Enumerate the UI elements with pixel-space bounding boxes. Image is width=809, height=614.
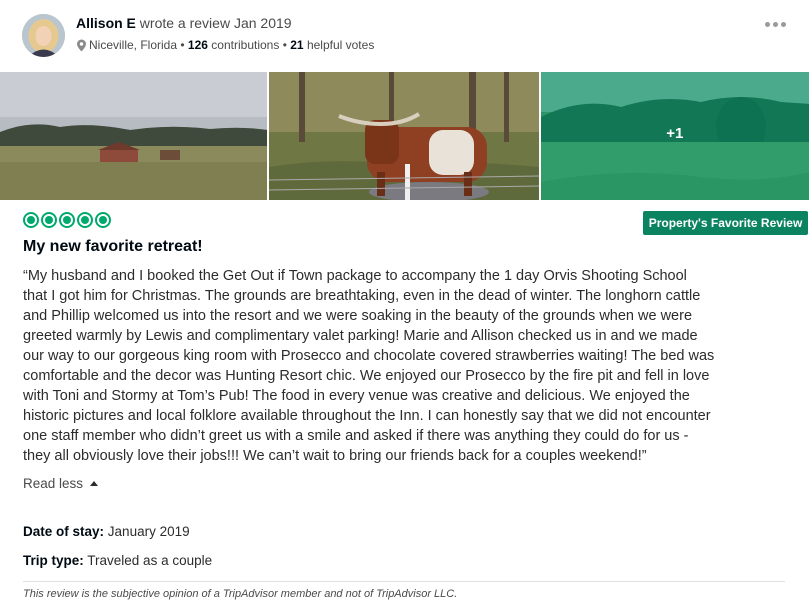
review-photo[interactable] [269, 72, 539, 200]
rating-bubble-icon [41, 212, 57, 228]
read-less-label: Read less [23, 476, 84, 491]
read-less-button[interactable]: Read less [23, 476, 99, 491]
more-options-icon[interactable] [765, 22, 786, 27]
review-body-line: our way to our gorgeous king room with P… [23, 348, 715, 364]
meta-separator: • [180, 38, 185, 52]
reviewer-meta: Niceville, Florida • 126 contributions •… [76, 38, 374, 52]
review-body-line: with Toni and Stormy at Tom’s Pub! The f… [23, 388, 690, 404]
review-body: “My husband and I booked the Get Out if … [23, 266, 791, 466]
review-photos: +1 [0, 72, 809, 200]
helpful-votes-count: 21 [290, 38, 304, 52]
review-header: Allison E wrote a review Jan 2019 Nicevi… [22, 12, 792, 60]
rating-bubble-icon [59, 212, 75, 228]
favorite-review-badge: Property's Favorite Review [643, 211, 808, 235]
review-body-line: they all obviously love their jobs!!! We… [23, 448, 647, 464]
meta-separator: • [282, 38, 287, 52]
rating-bubble-icon [95, 212, 111, 228]
review-photo[interactable] [0, 72, 268, 200]
contributions-count: 126 [187, 38, 208, 52]
helpful-votes-label: helpful votes [306, 38, 375, 52]
contributions-label: contributions [211, 38, 280, 52]
caret-up-icon [90, 481, 99, 486]
reviewer-name[interactable]: Allison E [76, 15, 136, 31]
map-pin-icon [77, 39, 86, 51]
reviewer-location: Niceville, Florida [89, 38, 178, 52]
reviewer-action: wrote a review [139, 15, 231, 31]
review-body-line: and Phillip welcomed us into the resort … [23, 308, 693, 324]
rating-bubble-icon [23, 212, 39, 228]
trip-type-label: Trip type: [23, 553, 84, 568]
review-body-line: “My husband and I booked the Get Out if … [23, 268, 687, 284]
review-body-line: greeted warmly by Lewis and complimentar… [23, 328, 698, 344]
more-photos-count: +1 [666, 125, 684, 142]
review-body-line: that I got him for Christmas. The ground… [23, 288, 701, 304]
date-of-stay-label: Date of stay: [23, 524, 105, 539]
review-title[interactable]: My new favorite retreat! [23, 238, 203, 256]
review-body-line: one staff member who didn’t greet us wit… [23, 428, 689, 444]
reviewer-line: Allison E wrote a review Jan 2019 [76, 15, 292, 31]
rating-bubble-icon [77, 212, 93, 228]
trip-type: Trip type: Traveled as a couple [23, 553, 212, 568]
divider [23, 581, 785, 582]
review-date: Jan 2019 [233, 15, 292, 31]
date-of-stay-value: January 2019 [107, 524, 190, 539]
review-body-line: comfortable and the decor was Hunting Re… [23, 368, 710, 384]
review-disclaimer: This review is the subjective opinion of… [23, 588, 458, 600]
rating-bubbles [23, 212, 111, 228]
avatar[interactable] [22, 14, 65, 57]
review-body-line: historic pictures and local folklore ava… [23, 408, 711, 424]
date-of-stay: Date of stay: January 2019 [23, 524, 190, 539]
review-photo-more[interactable]: +1 [540, 72, 809, 200]
trip-type-value: Traveled as a couple [87, 553, 213, 568]
